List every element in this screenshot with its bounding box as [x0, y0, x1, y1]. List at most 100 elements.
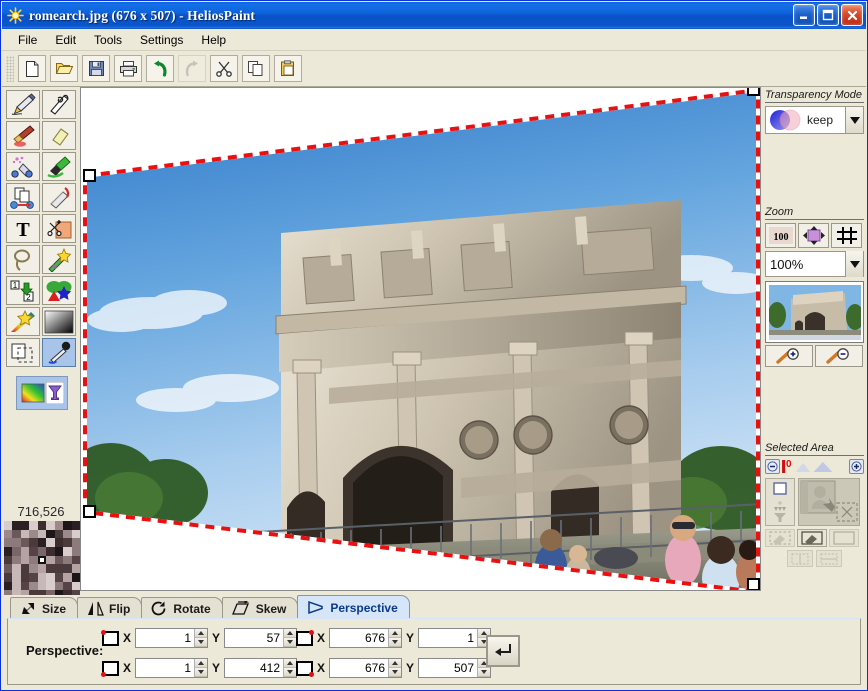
spin-down[interactable]: [195, 638, 208, 647]
zoom-level-combo[interactable]: 100%: [765, 251, 864, 277]
zoom-out-button[interactable]: [815, 345, 863, 367]
tab-flip[interactable]: Flip: [77, 597, 143, 619]
perspective-tl-x-stepper[interactable]: [135, 628, 209, 648]
menu-settings[interactable]: Settings: [131, 31, 192, 49]
freehand-tool[interactable]: [42, 90, 76, 119]
spray-can-icon: [11, 156, 33, 178]
selection-clear-button[interactable]: [829, 529, 859, 547]
effects-tool[interactable]: [6, 307, 40, 336]
perspective-bl-x-input[interactable]: [136, 659, 195, 677]
perspective-bl-y-stepper[interactable]: [224, 658, 298, 678]
selection-mask-button[interactable]: [765, 478, 795, 526]
spin-up[interactable]: [195, 659, 208, 668]
perspective-br-x-input[interactable]: [330, 659, 389, 677]
selection-move-button[interactable]: [798, 478, 860, 526]
copy-button[interactable]: [242, 55, 270, 82]
perspective-tr-y-input[interactable]: [419, 629, 478, 647]
open-file-button[interactable]: [50, 55, 78, 82]
spin-down[interactable]: [389, 638, 402, 647]
zoom-in-button[interactable]: [765, 345, 813, 367]
perspective-bl-y-input[interactable]: [225, 659, 284, 677]
spin-down[interactable]: [478, 668, 491, 677]
select-rect-tool[interactable]: [6, 338, 40, 367]
minus-circle-icon[interactable]: [765, 459, 780, 474]
selected-area-slider[interactable]: 0: [765, 459, 864, 474]
perspective-bl-x-stepper[interactable]: [135, 658, 209, 678]
tab-size[interactable]: Size: [10, 597, 79, 619]
maximize-button[interactable]: [817, 4, 839, 26]
perspective-tr-y-stepper[interactable]: [418, 628, 492, 648]
magic-wand-tool[interactable]: [42, 245, 76, 274]
menu-help[interactable]: Help: [192, 31, 235, 49]
lasso-tool[interactable]: [6, 245, 40, 274]
perspective-br-y-stepper[interactable]: [418, 658, 492, 678]
perspective-br-x-stepper[interactable]: [329, 658, 403, 678]
selection-cut-button[interactable]: [765, 529, 795, 547]
spin-up[interactable]: [284, 629, 297, 638]
save-file-button[interactable]: [82, 55, 110, 82]
chevron-down-icon[interactable]: [845, 251, 863, 277]
feather-track[interactable]: 0: [781, 459, 848, 474]
apply-perspective-button[interactable]: [486, 635, 520, 667]
zoom-actual-size-button[interactable]: 100: [765, 223, 796, 248]
airbrush-tool[interactable]: [6, 152, 40, 181]
marker-tool[interactable]: [42, 152, 76, 181]
image-canvas[interactable]: [80, 87, 761, 591]
spin-up[interactable]: [195, 629, 208, 638]
spin-up[interactable]: [389, 629, 402, 638]
spin-down[interactable]: [195, 668, 208, 677]
selection-paste-button[interactable]: [797, 529, 827, 547]
pencil-tool[interactable]: [6, 90, 40, 119]
shapes-tool[interactable]: [42, 276, 76, 305]
new-file-button[interactable]: [18, 55, 46, 82]
close-button[interactable]: [841, 4, 863, 26]
zoom-grid-button[interactable]: [831, 223, 862, 248]
selection-flip-v-button[interactable]: [816, 550, 842, 567]
clone-tool[interactable]: [6, 183, 40, 212]
perspective-tl-y-input[interactable]: [225, 629, 284, 647]
menu-file[interactable]: File: [9, 31, 46, 49]
zoom-fit-button[interactable]: [798, 223, 829, 248]
plus-circle-icon[interactable]: [849, 459, 864, 474]
perspective-tl-x-input[interactable]: [136, 629, 195, 647]
tab-rotate[interactable]: Rotate: [141, 597, 223, 619]
text-tool[interactable]: T: [6, 214, 40, 243]
perspective-handle-top-right[interactable]: [747, 88, 760, 96]
color-chooser[interactable]: [16, 376, 68, 410]
minimize-button[interactable]: [793, 4, 815, 26]
transparency-mode-combo[interactable]: keep: [765, 106, 864, 134]
tab-skew[interactable]: Skew: [221, 597, 299, 619]
eraser-tool[interactable]: [42, 121, 76, 150]
tab-perspective[interactable]: Perspective: [297, 595, 410, 619]
perspective-handle-bottom-left[interactable]: [83, 505, 96, 518]
undo-button[interactable]: [146, 55, 174, 82]
toolbar-grip[interactable]: [6, 55, 14, 82]
perspective-br-y-input[interactable]: [419, 659, 478, 677]
print-button[interactable]: [114, 55, 142, 82]
perspective-handle-top-left[interactable]: [83, 169, 96, 182]
spin-up[interactable]: [284, 659, 297, 668]
menu-tools[interactable]: Tools: [85, 31, 131, 49]
spin-down[interactable]: [284, 638, 297, 647]
layers-tool[interactable]: 1 2: [6, 276, 40, 305]
paste-button[interactable]: [274, 55, 302, 82]
menu-edit[interactable]: Edit: [46, 31, 85, 49]
chevron-down-icon[interactable]: [845, 107, 863, 133]
title-bar[interactable]: romearch.jpg (676 x 507) - HeliosPaint: [2, 2, 866, 29]
pixel-cell: [63, 573, 72, 582]
perspective-tr-x-input[interactable]: [330, 629, 389, 647]
spin-up[interactable]: [389, 659, 402, 668]
navigator-thumbnail[interactable]: [765, 281, 864, 343]
perspective-tl-y-stepper[interactable]: [224, 628, 298, 648]
selection-flip-h-button[interactable]: [787, 550, 813, 567]
spin-down[interactable]: [284, 668, 297, 677]
cut-button[interactable]: [210, 55, 238, 82]
smudge-tool[interactable]: [42, 183, 76, 212]
gradient-tool[interactable]: [42, 307, 76, 336]
brush-tool[interactable]: [6, 121, 40, 150]
crop-tool[interactable]: [42, 214, 76, 243]
eyedropper-tool[interactable]: [42, 338, 76, 367]
spin-down[interactable]: [389, 668, 402, 677]
perspective-handle-bottom-right[interactable]: [747, 578, 760, 590]
perspective-tr-x-stepper[interactable]: [329, 628, 403, 648]
